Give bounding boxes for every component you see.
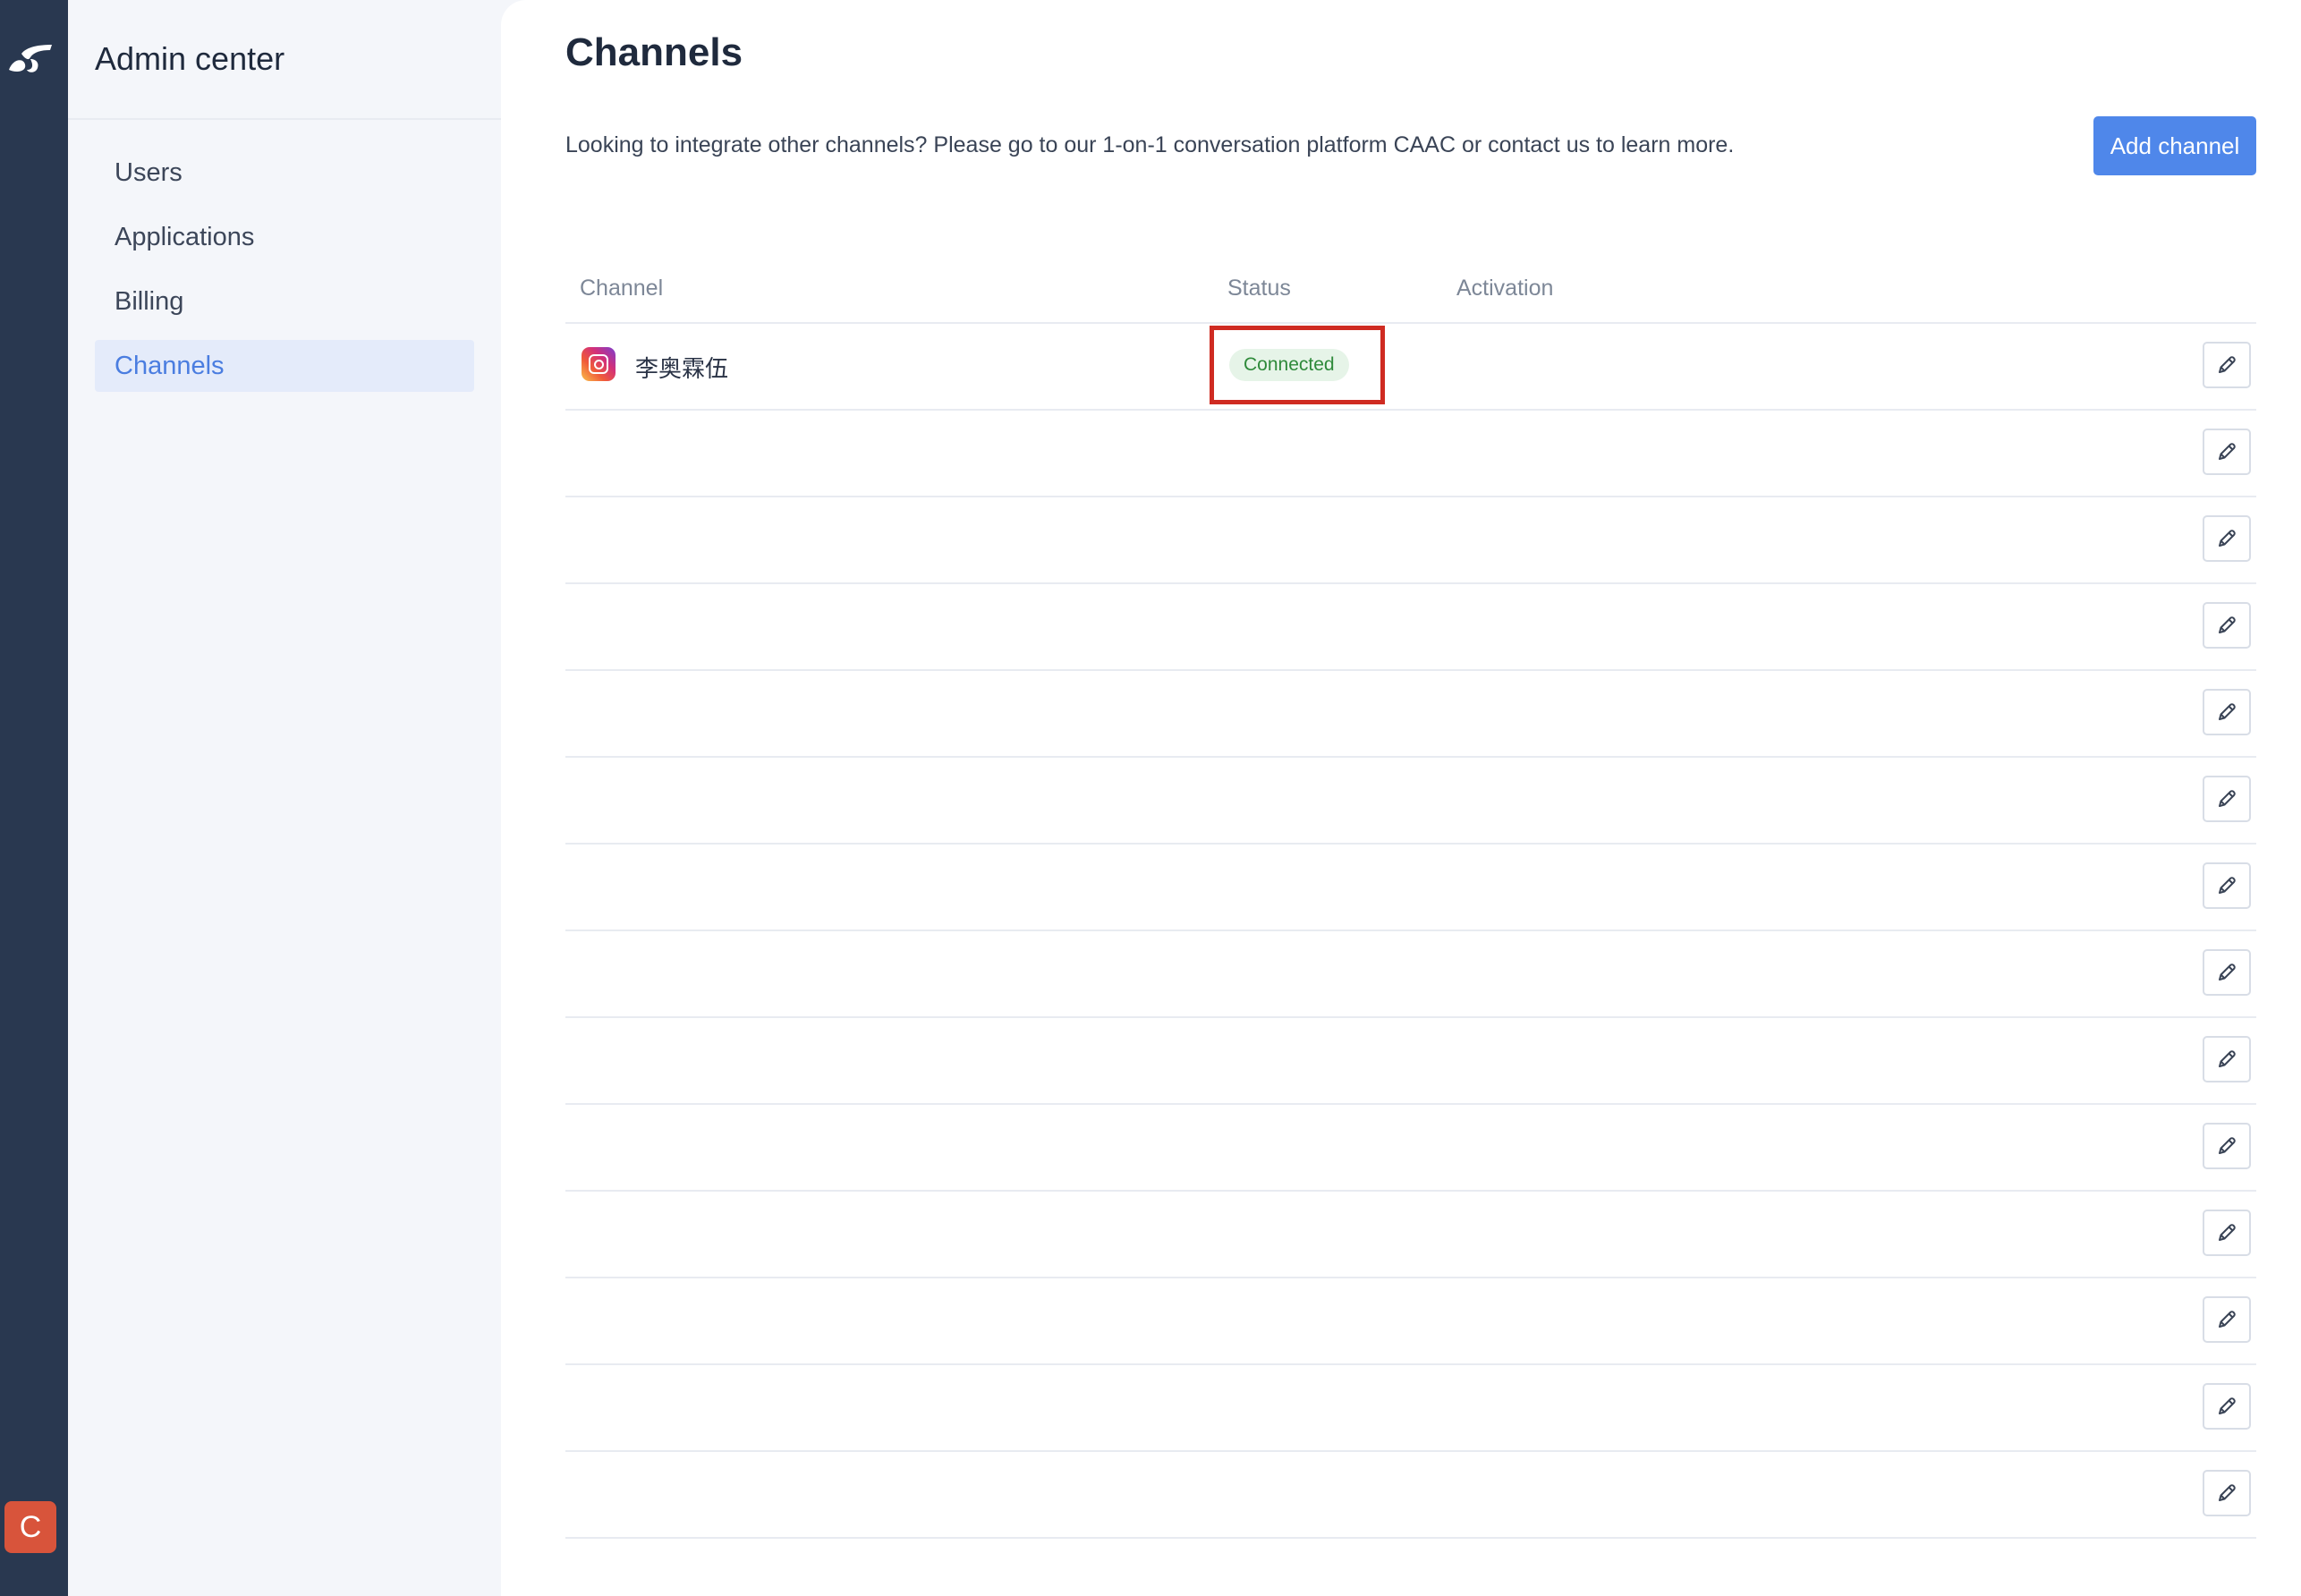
table-row xyxy=(565,411,2256,497)
pencil-edit-icon xyxy=(2219,1311,2236,1328)
table-row xyxy=(565,1452,2256,1539)
status-badge: Connected xyxy=(1229,349,1349,381)
table-row xyxy=(565,584,2256,671)
sidebar-item-billing[interactable]: Billing xyxy=(95,276,474,327)
edit-channel-button[interactable] xyxy=(2203,1123,2251,1169)
pencil-edit-icon xyxy=(2219,964,2236,981)
pencil-edit-icon xyxy=(2219,1397,2236,1414)
admin-sidebar: Admin center Users Applications Billing … xyxy=(68,0,501,1596)
edit-channel-button[interactable] xyxy=(2203,515,2251,562)
app-rail: C xyxy=(0,0,68,1596)
sidebar-title: Admin center xyxy=(95,40,285,77)
main-panel: Channels Looking to integrate other chan… xyxy=(501,0,2301,1596)
sidebar-item-channels[interactable]: Channels xyxy=(95,340,474,392)
sidebar-item-applications[interactable]: Applications xyxy=(95,211,474,263)
edit-channel-button[interactable] xyxy=(2203,602,2251,649)
edit-channel-button[interactable] xyxy=(2203,776,2251,822)
edit-channel-button[interactable] xyxy=(2203,862,2251,909)
edit-channel-button[interactable] xyxy=(2203,949,2251,996)
table-row: 李奥霖伍 Connected xyxy=(565,324,2256,411)
pencil-edit-icon xyxy=(2219,1137,2236,1154)
sidebar-item-users[interactable]: Users xyxy=(95,147,474,199)
column-header-activation[interactable]: Activation xyxy=(1456,276,1553,301)
sidebar-nav: Users Applications Billing Channels xyxy=(68,120,501,392)
column-header-status[interactable]: Status xyxy=(1227,276,1291,301)
edit-channel-button[interactable] xyxy=(2203,689,2251,735)
brand-logo-icon[interactable] xyxy=(5,39,55,75)
page-title: Channels xyxy=(565,30,743,74)
channels-table: Channel Status Activation 李奥霖伍 Connected xyxy=(565,259,2256,1539)
edit-channel-button[interactable] xyxy=(2203,1210,2251,1256)
table-row xyxy=(565,931,2256,1018)
edit-channel-button[interactable] xyxy=(2203,1470,2251,1516)
pencil-edit-icon xyxy=(2219,877,2236,894)
user-avatar[interactable]: C xyxy=(4,1501,56,1553)
pencil-edit-icon xyxy=(2219,356,2236,373)
channel-name: 李奥霖伍 xyxy=(635,355,729,382)
pencil-edit-icon xyxy=(2219,443,2236,460)
pencil-edit-icon xyxy=(2219,703,2236,720)
pencil-edit-icon xyxy=(2219,530,2236,547)
edit-channel-button[interactable] xyxy=(2203,1383,2251,1430)
table-row xyxy=(565,671,2256,758)
pencil-edit-icon xyxy=(2219,1050,2236,1067)
pencil-edit-icon xyxy=(2219,1484,2236,1501)
table-row xyxy=(565,845,2256,931)
table-row xyxy=(565,1365,2256,1452)
table-header: Channel Status Activation xyxy=(565,259,2256,324)
intro-text: Looking to integrate other channels? Ple… xyxy=(565,132,1735,157)
edit-channel-button[interactable] xyxy=(2203,342,2251,388)
table-row xyxy=(565,1018,2256,1105)
table-row xyxy=(565,1192,2256,1278)
edit-channel-button[interactable] xyxy=(2203,1296,2251,1343)
table-row xyxy=(565,758,2256,845)
edit-channel-button[interactable] xyxy=(2203,1036,2251,1082)
column-header-channel[interactable]: Channel xyxy=(580,276,663,301)
instagram-icon xyxy=(582,347,616,381)
table-row xyxy=(565,1278,2256,1365)
table-row xyxy=(565,497,2256,584)
pencil-edit-icon xyxy=(2219,790,2236,807)
table-row xyxy=(565,1105,2256,1192)
pencil-edit-icon xyxy=(2219,616,2236,633)
edit-channel-button[interactable] xyxy=(2203,429,2251,475)
pencil-edit-icon xyxy=(2219,1224,2236,1241)
add-channel-button[interactable]: Add channel xyxy=(2093,116,2256,175)
sidebar-header: Admin center xyxy=(68,0,501,120)
table-body: 李奥霖伍 Connected xyxy=(565,324,2256,1539)
